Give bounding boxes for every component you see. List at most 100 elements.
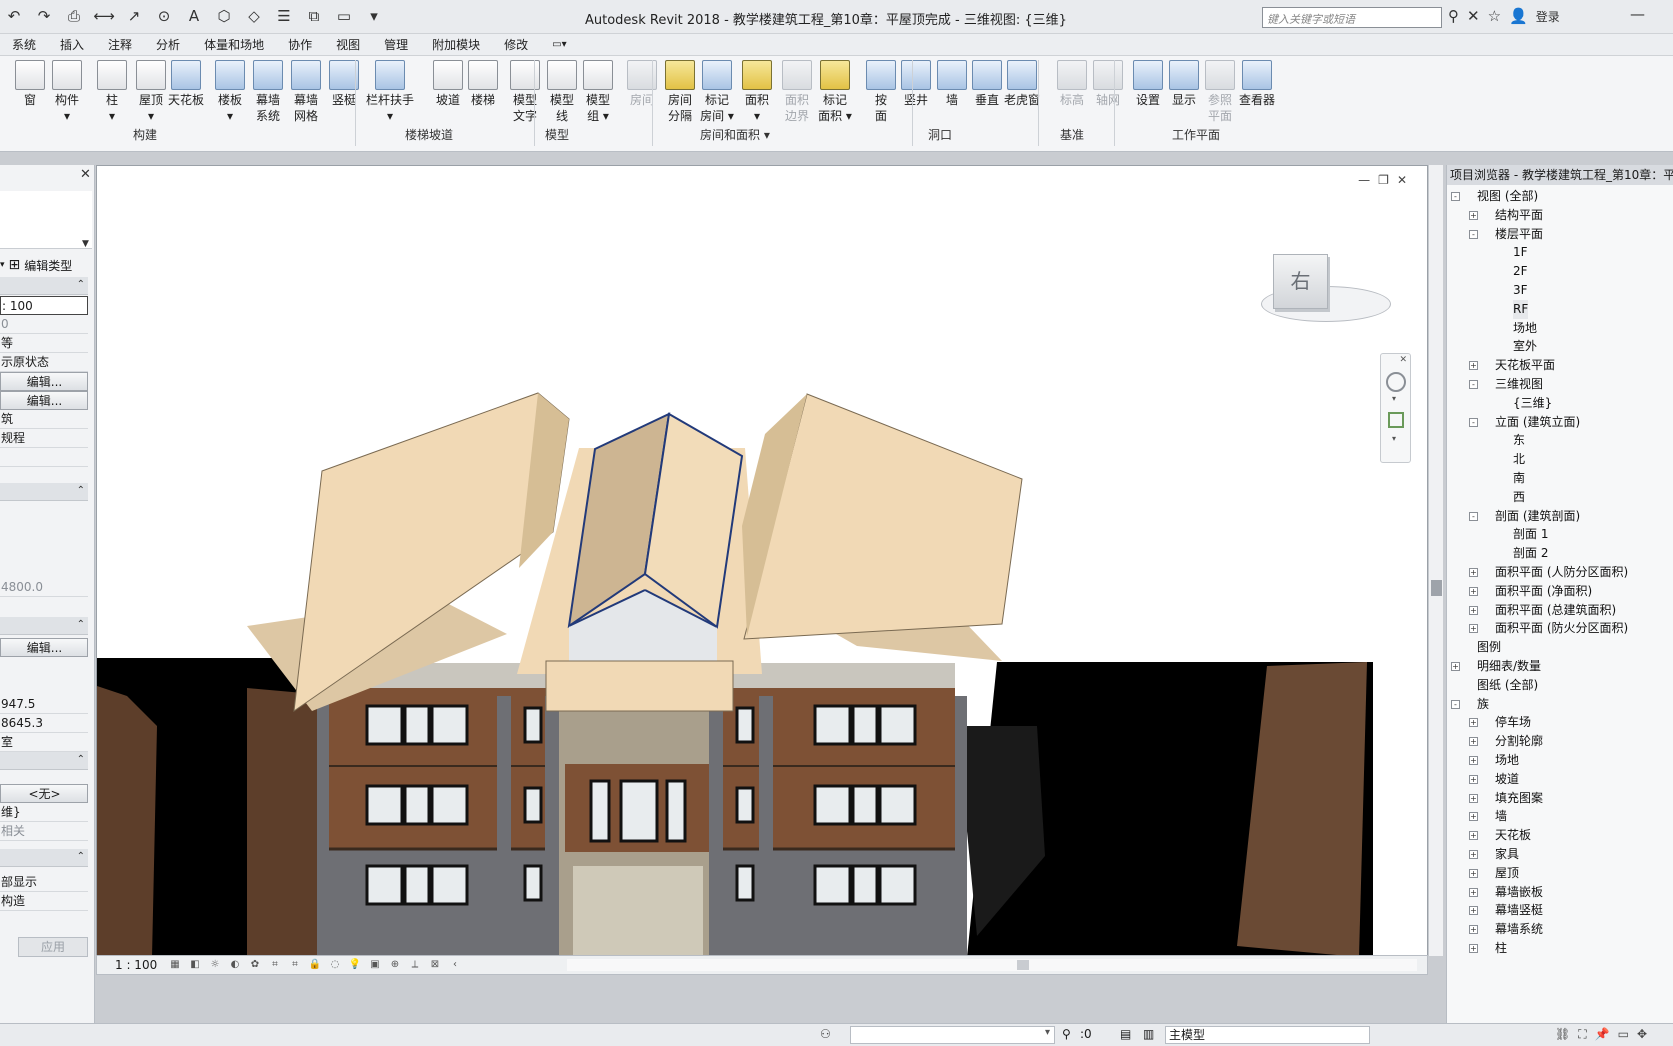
lock-3d-icon[interactable]: 🔒	[308, 959, 322, 971]
ribbon-tool-30[interactable]: 参照 平面	[1200, 60, 1240, 124]
expand-icon[interactable]: +	[1469, 737, 1478, 747]
browser-node[interactable]: 明细表/数量	[1477, 657, 1541, 676]
browser-node[interactable]: 场地	[1495, 751, 1519, 770]
crop-view-icon[interactable]: ⌗	[268, 959, 282, 971]
show-crop-icon[interactable]: ⌗	[288, 959, 302, 971]
visual-style-icon[interactable]: ◧	[188, 959, 202, 971]
sun-path-icon[interactable]: ☼	[208, 959, 222, 971]
browser-node[interactable]: 家具	[1495, 845, 1519, 864]
tab-massing-site[interactable]: 体量和场地	[192, 34, 276, 56]
browser-node[interactable]: 剖面 1	[1513, 525, 1548, 544]
search-input[interactable]: 键入关键字或短语	[1262, 7, 1442, 28]
tag-icon[interactable]: ⊙	[154, 6, 174, 26]
expand-icon[interactable]: +	[1469, 756, 1478, 765]
expand-icon[interactable]: +	[1469, 812, 1478, 822]
expand-icon[interactable]: +	[1469, 586, 1478, 596]
browser-node[interactable]: 剖面 2	[1513, 544, 1548, 563]
browser-node[interactable]: 幕墙竖梃	[1495, 901, 1543, 920]
reveal-hidden-icon[interactable]: 💡	[348, 959, 362, 971]
expand-icon[interactable]: +	[1451, 662, 1460, 671]
ribbon-tool-26[interactable]: 标高	[1052, 60, 1092, 108]
tab-annotate[interactable]: 注释	[96, 34, 144, 56]
browser-node[interactable]: 1F	[1513, 243, 1528, 262]
design-options-dropdown[interactable]: ▾	[850, 1026, 1055, 1044]
property-row[interactable]: <无>	[0, 784, 88, 803]
browser-node[interactable]: {三维}	[1513, 394, 1552, 413]
browser-node[interactable]: 楼层平面	[1495, 225, 1543, 244]
browser-node[interactable]: 场地	[1513, 319, 1537, 338]
steering-wheel-icon[interactable]	[1386, 372, 1406, 392]
render-icon[interactable]: ✿	[248, 959, 262, 971]
expand-icon[interactable]: +	[1469, 624, 1478, 634]
view-scale[interactable]: 1 : 100	[115, 958, 165, 972]
ribbon-tool-28[interactable]: 设置	[1128, 60, 1168, 108]
ribbon-tool-21[interactable]: 按 面	[861, 60, 901, 124]
property-section-header[interactable]: ⌃	[0, 483, 88, 501]
ribbon-tool-6[interactable]: 幕墙 系统	[248, 60, 288, 124]
ribbon-tool-20[interactable]: 标记 面积 ▾	[815, 60, 855, 124]
property-row[interactable]: : 100	[0, 296, 88, 315]
close-icon[interactable]: ✕	[1399, 355, 1407, 365]
expand-icon[interactable]: +	[1469, 850, 1478, 859]
ribbon-tool-22[interactable]: 竖井	[896, 60, 936, 108]
collapse-icon[interactable]: -	[1469, 380, 1478, 389]
collapse-icon[interactable]: ⌃	[77, 279, 85, 290]
browser-node[interactable]: 面积平面 (净面积)	[1495, 582, 1592, 601]
select-by-face-icon[interactable]: ▭	[1618, 1027, 1629, 1042]
ribbon-tool-4[interactable]: 天花板	[166, 60, 206, 108]
ribbon-tool-17[interactable]: 标记 房间 ▾	[697, 60, 737, 124]
ribbon-toggle-icon[interactable]: ▭▾	[540, 34, 578, 56]
close-icon[interactable]: ✕	[80, 167, 91, 182]
worksharing-icon[interactable]: ⊕	[388, 959, 402, 971]
property-section-header[interactable]: ⌃	[0, 617, 88, 635]
reveal-constraints-icon[interactable]: ⊠	[428, 959, 442, 971]
ribbon-tool-13[interactable]: 模型 线	[542, 60, 582, 124]
tab-modify[interactable]: 修改	[492, 34, 540, 56]
close-hidden-icon[interactable]: ⧉	[304, 6, 324, 26]
scroll-thumb[interactable]	[1017, 960, 1029, 970]
browser-node[interactable]: 结构平面	[1495, 206, 1543, 225]
ribbon-tool-23[interactable]: 墙	[932, 60, 972, 108]
browser-node[interactable]: 东	[1513, 431, 1525, 450]
measure-icon[interactable]: ⟷	[93, 6, 115, 26]
switch-windows-icon[interactable]: ▭	[334, 6, 354, 26]
ribbon-tool-10[interactable]: 坡道	[428, 60, 468, 108]
drag-elements-icon[interactable]: ✥	[1637, 1027, 1647, 1042]
browser-node[interactable]: 族	[1477, 695, 1489, 714]
ribbon-tool-5[interactable]: 楼板 ▾	[210, 60, 250, 124]
collapse-icon[interactable]: -	[1451, 192, 1460, 201]
browser-node[interactable]: 3F	[1513, 281, 1528, 300]
tab-manage[interactable]: 管理	[372, 34, 420, 56]
browser-node[interactable]: 图例	[1477, 638, 1501, 657]
active-model-dropdown[interactable]: 主模型	[1165, 1026, 1370, 1044]
ribbon-tool-7[interactable]: 幕墙 网格	[286, 60, 326, 124]
expand-icon[interactable]: +	[1469, 868, 1478, 878]
worksets-icon[interactable]: ⚇	[820, 1027, 831, 1041]
browser-node[interactable]: 墙	[1495, 807, 1507, 826]
3d-viewport[interactable]: — ❐ ✕ 右 ✕ ▾ ▾	[96, 165, 1428, 956]
browser-node[interactable]: 停车场	[1495, 713, 1531, 732]
tab-insert[interactable]: 插入	[48, 34, 96, 56]
browser-node[interactable]: 幕墙嵌板	[1495, 883, 1543, 902]
detail-level-icon[interactable]: ▦	[168, 959, 182, 971]
select-underlay-icon[interactable]: ⛶	[1578, 1027, 1586, 1042]
3d-view-icon[interactable]: ⬡	[214, 6, 234, 26]
collapse-icon[interactable]: ⌃	[77, 851, 85, 862]
property-row[interactable]: 编辑...	[0, 391, 88, 410]
collapse-icon[interactable]: ⌃	[77, 485, 85, 496]
dimension-icon[interactable]: ↗	[124, 6, 144, 26]
collapse-icon[interactable]: -	[1469, 417, 1478, 427]
expand-icon[interactable]: +	[1469, 831, 1478, 841]
chevron-down-icon[interactable]: ▾	[0, 260, 5, 270]
ribbon-tool-9[interactable]: 栏杆扶手 ▾	[366, 60, 414, 124]
expand-icon[interactable]: +	[1469, 210, 1478, 220]
minimize-icon[interactable]: —	[1630, 5, 1645, 23]
browser-node[interactable]: 剖面 (建筑剖面)	[1495, 507, 1580, 526]
ribbon-tool-0[interactable]: 窗	[10, 60, 50, 108]
browser-node[interactable]: 天花板平面	[1495, 356, 1555, 375]
property-section-header[interactable]: ⌃	[0, 849, 88, 867]
viewcube[interactable]: 右	[1273, 254, 1328, 309]
collapse-icon[interactable]: ⌃	[77, 619, 85, 630]
browser-node[interactable]: 分割轮廓	[1495, 732, 1543, 751]
collapse-icon[interactable]: -	[1451, 699, 1460, 709]
